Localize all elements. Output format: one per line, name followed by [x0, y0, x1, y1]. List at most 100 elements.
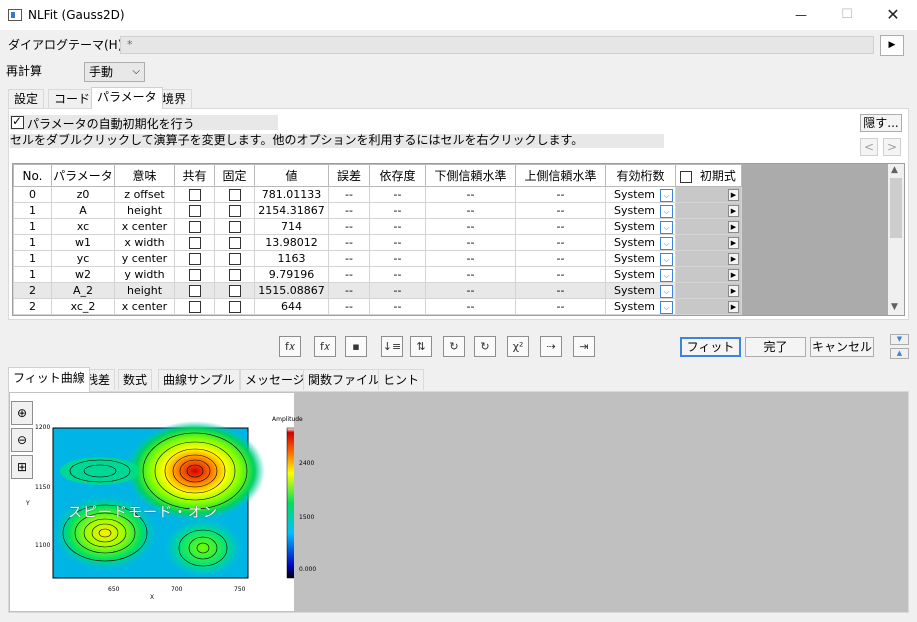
table-row[interactable]: 1 w2 y width 9.79196 -- -- -- -- System ⌵ ▶: [13, 266, 742, 283]
cell-error[interactable]: --: [328, 250, 370, 267]
share-checkbox-box[interactable]: [188, 237, 201, 249]
cell-dependency[interactable]: --: [369, 250, 426, 267]
chevron-down-icon[interactable]: ⌵: [660, 221, 673, 234]
col-header-error[interactable]: 誤差: [328, 164, 370, 187]
cell-value[interactable]: 644: [254, 298, 329, 315]
cell-dependency[interactable]: --: [369, 218, 426, 235]
col-header-no[interactable]: No.: [13, 164, 52, 187]
chi-square-icon[interactable]: χ²: [507, 336, 529, 357]
cell-error[interactable]: --: [328, 202, 370, 219]
cell-dependency[interactable]: --: [369, 202, 426, 219]
init-formula-arrow-icon[interactable]: ▶: [728, 253, 739, 265]
share-checkbox-box[interactable]: [188, 205, 201, 217]
fixed-checkbox-box[interactable]: [228, 253, 241, 265]
chevron-down-icon[interactable]: ⌵: [660, 301, 673, 314]
minimize-button[interactable]: —: [778, 0, 824, 30]
cell-lcl[interactable]: --: [425, 202, 516, 219]
init-formula-arrow-icon[interactable]: ▶: [728, 221, 739, 233]
zoom-fit-icon[interactable]: ⊞: [11, 455, 33, 479]
fixed-checkbox[interactable]: [214, 282, 255, 299]
table-row[interactable]: 1 w1 x width 13.98012 -- -- -- -- System ⌵ ▶: [13, 234, 742, 251]
cell-error[interactable]: --: [328, 186, 370, 203]
cell-ucl[interactable]: --: [515, 218, 606, 235]
cell-no[interactable]: 1: [13, 218, 52, 235]
cell-param[interactable]: yc: [51, 250, 115, 267]
cell-meaning[interactable]: z offset: [114, 186, 175, 203]
cell-no[interactable]: 2: [13, 282, 52, 299]
dialog-theme-field[interactable]: *: [120, 36, 874, 54]
maximize-button[interactable]: ☐: [824, 0, 870, 30]
cancel-button[interactable]: キャンセル: [810, 337, 874, 357]
share-checkbox[interactable]: [174, 250, 215, 267]
cell-sigdigits[interactable]: System ⌵: [605, 186, 676, 203]
cell-param[interactable]: xc_2: [51, 298, 115, 315]
fixed-checkbox-box[interactable]: [228, 189, 241, 201]
share-checkbox[interactable]: [174, 298, 215, 315]
cell-no[interactable]: 1: [13, 234, 52, 251]
cell-value[interactable]: 2154.31867: [254, 202, 329, 219]
cell-error[interactable]: --: [328, 218, 370, 235]
cell-sigdigits[interactable]: System ⌵: [605, 250, 676, 267]
cell-sigdigits[interactable]: System ⌵: [605, 234, 676, 251]
cell-lcl[interactable]: --: [425, 282, 516, 299]
tab-parameters[interactable]: パラメータ: [91, 87, 163, 109]
prev-button[interactable]: <: [860, 138, 878, 156]
col-header-ucl[interactable]: 上側信頼水準: [515, 164, 606, 187]
cell-error[interactable]: --: [328, 234, 370, 251]
col-header-init-formula[interactable]: 初期式: [675, 164, 742, 187]
table-row[interactable]: 0 z0 z offset 781.01133 -- -- -- -- System ⌵ ▶: [13, 186, 742, 203]
col-header-share[interactable]: 共有: [174, 164, 215, 187]
save-icon[interactable]: ▪: [345, 336, 367, 357]
cell-init-formula[interactable]: ▶: [675, 234, 742, 251]
recalc-select[interactable]: 手動 ⌵: [84, 62, 145, 82]
cell-no[interactable]: 2: [13, 298, 52, 315]
table-row[interactable]: 1 Aheight 2154.31867 -- -- -- -- System ⌵ ▶: [13, 202, 742, 219]
fixed-checkbox-box[interactable]: [228, 269, 241, 281]
share-checkbox[interactable]: [174, 282, 215, 299]
tab-curve-sample[interactable]: 曲線サンプル: [158, 369, 240, 390]
cell-value[interactable]: 13.98012: [254, 234, 329, 251]
cell-init-formula[interactable]: ▶: [675, 298, 742, 315]
cell-value[interactable]: 1515.08867: [254, 282, 329, 299]
init-formula-arrow-icon[interactable]: ▶: [728, 237, 739, 249]
col-header-lcl[interactable]: 下側信頼水準: [425, 164, 516, 187]
next-button[interactable]: >: [883, 138, 901, 156]
cell-meaning[interactable]: height: [114, 202, 175, 219]
cell-param[interactable]: z0: [51, 186, 115, 203]
col-header-fixed[interactable]: 固定: [214, 164, 255, 187]
one-iteration-icon[interactable]: ↻: [443, 336, 465, 357]
cell-dependency[interactable]: --: [369, 282, 426, 299]
fixed-checkbox-box[interactable]: [228, 285, 241, 297]
share-checkbox[interactable]: [174, 186, 215, 203]
cell-sigdigits[interactable]: System ⌵: [605, 202, 676, 219]
cell-init-formula[interactable]: ▶: [675, 202, 742, 219]
tab-messages[interactable]: メッセージ: [240, 369, 310, 390]
cell-param[interactable]: w1: [51, 234, 115, 251]
cell-init-formula[interactable]: ▶: [675, 218, 742, 235]
share-checkbox[interactable]: [174, 234, 215, 251]
sort-icon[interactable]: ↓≡: [381, 336, 403, 357]
cell-value[interactable]: 1163: [254, 250, 329, 267]
done-button[interactable]: 完了: [745, 337, 806, 357]
cell-param[interactable]: xc: [51, 218, 115, 235]
tab-formula[interactable]: 数式: [118, 369, 153, 390]
cell-ucl[interactable]: --: [515, 298, 606, 315]
function-file-icon[interactable]: f𝑥: [314, 336, 336, 357]
cell-meaning[interactable]: y center: [114, 250, 175, 267]
table-row[interactable]: 1 xc x center 714 -- -- -- -- System ⌵ ▶: [13, 218, 742, 235]
cell-value[interactable]: 714: [254, 218, 329, 235]
fixed-checkbox[interactable]: [214, 202, 255, 219]
cell-ucl[interactable]: --: [515, 234, 606, 251]
scroll-down-icon[interactable]: ▼: [891, 302, 898, 312]
table-row[interactable]: 1 yc y center 1163 -- -- -- -- System ⌵ ▶: [13, 250, 742, 267]
init-formula-arrow-icon[interactable]: ▶: [728, 285, 739, 297]
col-header-sigdigits[interactable]: 有効桁数: [605, 164, 676, 187]
fixed-checkbox[interactable]: [214, 234, 255, 251]
chevron-down-icon[interactable]: ⌵: [660, 205, 673, 218]
sort-alt-icon[interactable]: ⇅: [410, 336, 432, 357]
cell-no[interactable]: 1: [13, 250, 52, 267]
cell-sigdigits[interactable]: System ⌵: [605, 282, 676, 299]
cell-meaning[interactable]: y width: [114, 266, 175, 283]
share-checkbox-box[interactable]: [188, 189, 201, 201]
init-formula-arrow-icon[interactable]: ▶: [728, 269, 739, 281]
